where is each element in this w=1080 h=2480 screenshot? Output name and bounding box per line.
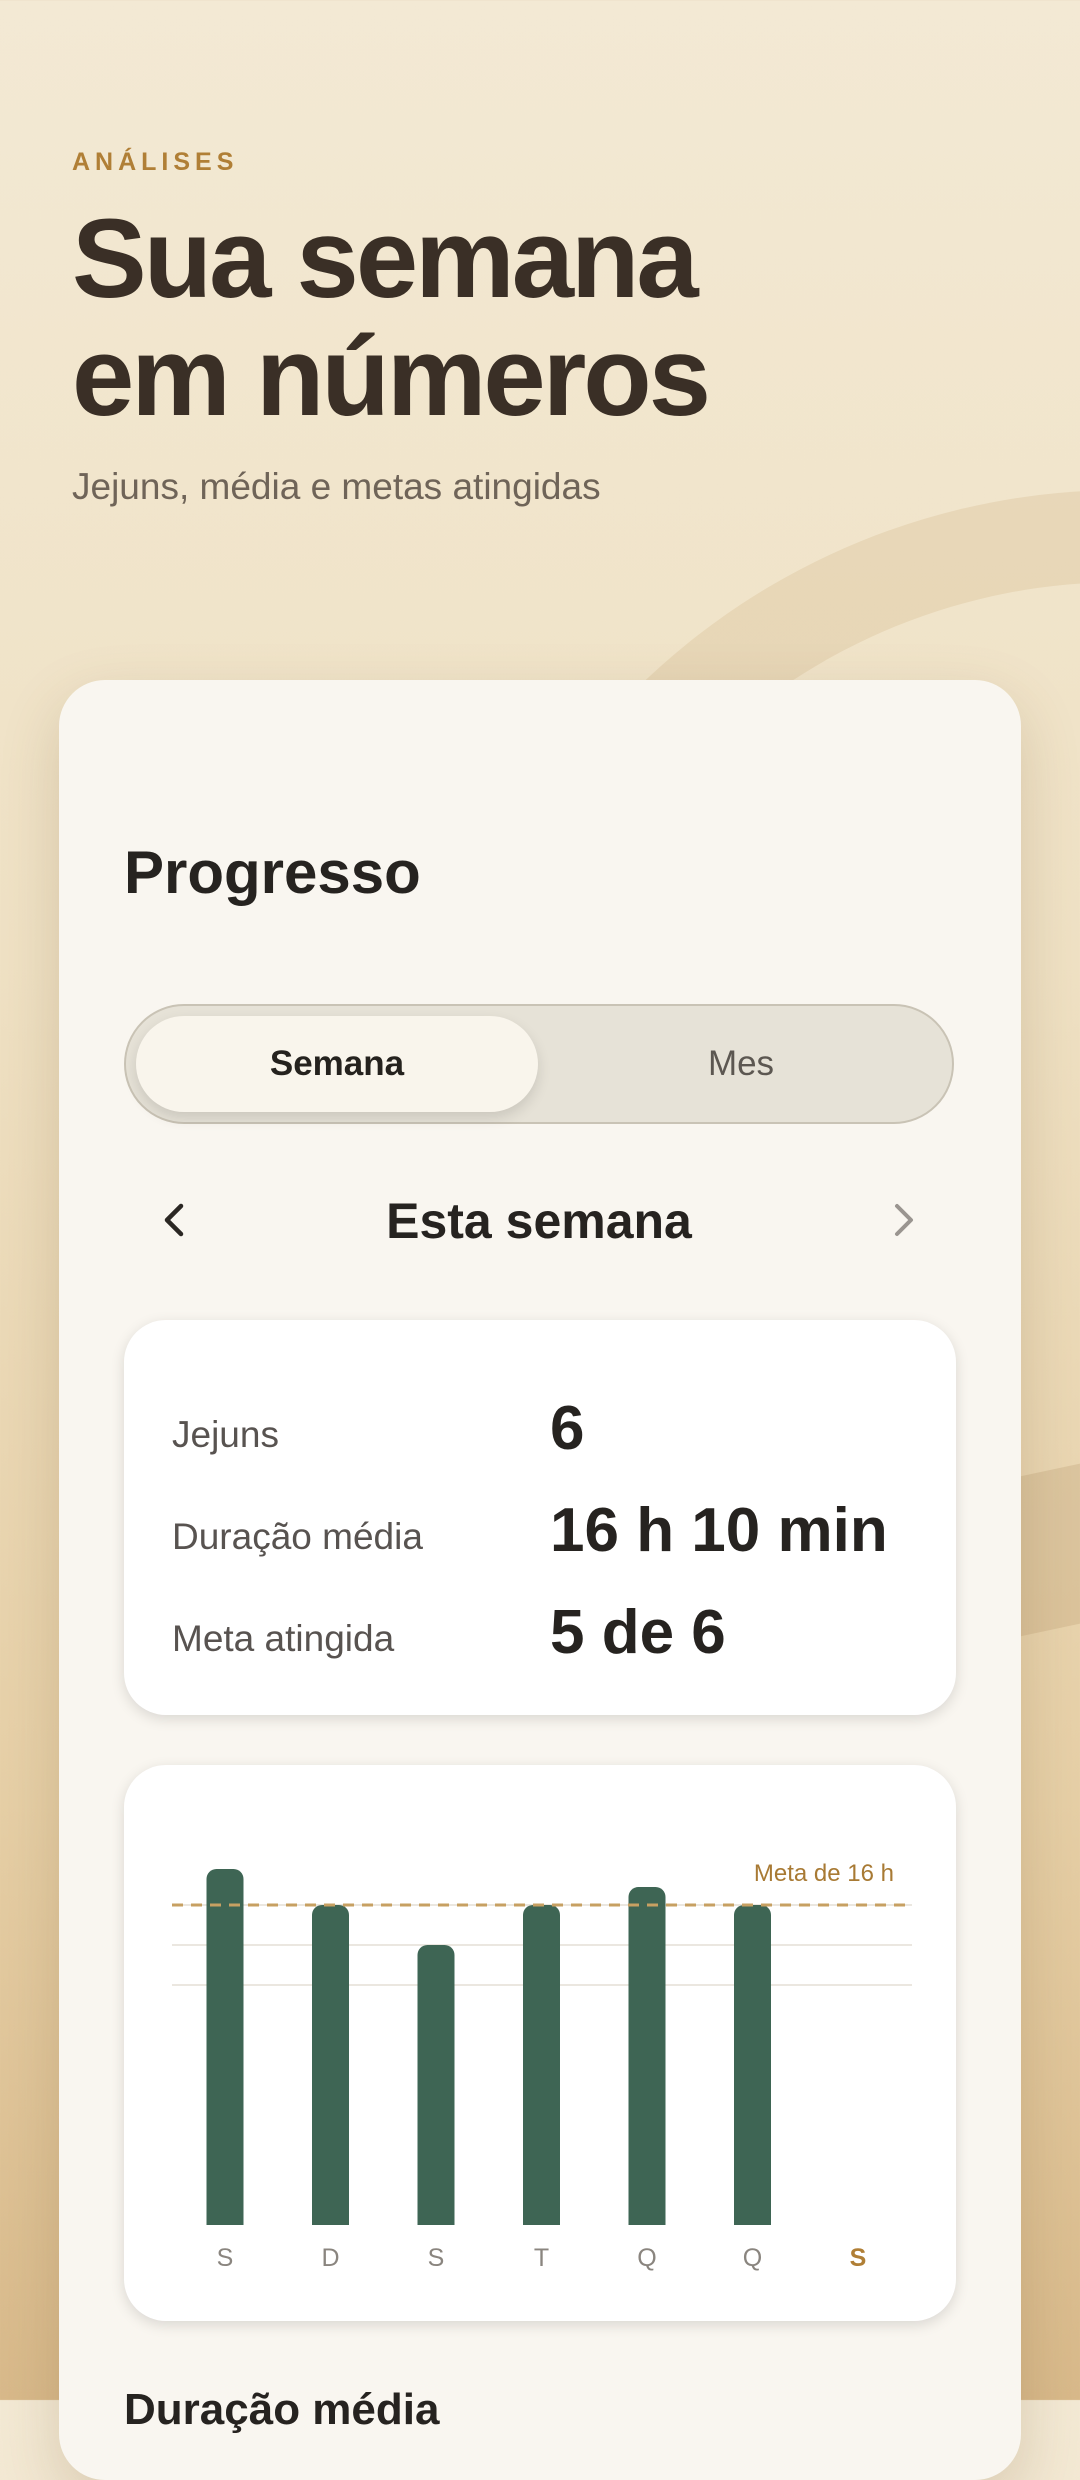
stat-label: Meta atingida <box>172 1618 395 1659</box>
stat-value: 6 <box>550 1394 585 1463</box>
chart-day-label: S <box>428 2244 445 2272</box>
chart-bar <box>734 1905 771 2225</box>
progress-card: Progresso Semana Mes Esta semana Jejuns … <box>59 680 1021 2480</box>
chart-bar-base <box>417 2213 455 2225</box>
chart-day-label: S <box>217 2244 234 2272</box>
period-label: Esta semana <box>386 1193 692 1249</box>
chart-bar-base <box>628 2213 666 2225</box>
chevron-right-icon <box>895 1204 913 1236</box>
period-navigator: Esta semana <box>124 1180 954 1260</box>
weekly-bar-chart-card: S D S T Q Q S Meta de 16 h <box>124 1765 956 2321</box>
chart-bar <box>312 1905 349 2225</box>
page-title-line-2: em números <box>72 314 711 439</box>
stat-value: 16 h 10 min <box>550 1496 888 1565</box>
chart-goal-label: Meta de 16 h <box>754 1860 894 1887</box>
card-title: Progresso <box>124 839 421 906</box>
page-title: Sua semana em números <box>72 200 972 436</box>
chart-bar <box>628 1887 666 2225</box>
stats-summary: Jejuns 6 Duração média 16 h 10 min Meta … <box>124 1320 956 1715</box>
next-period-button[interactable] <box>864 1180 944 1260</box>
page-title-line-1: Sua semana <box>72 196 699 321</box>
chart-bar-base <box>523 2213 560 2225</box>
stat-row-duracao-media: Duração média 16 h 10 min <box>172 1482 908 1572</box>
tab-mes[interactable]: Mes <box>540 1016 942 1112</box>
stat-label: Jejuns <box>172 1414 279 1455</box>
next-section-title: Duração média <box>124 2385 440 2434</box>
period-segmented-control: Semana Mes <box>124 1004 954 1124</box>
stat-label: Duração média <box>172 1516 423 1557</box>
page-subtitle: Jejuns, média e metas atingidas <box>72 466 601 507</box>
chart-bar-base <box>206 2213 244 2225</box>
chart-bar-base <box>734 2213 771 2225</box>
chart-day-label: S <box>850 2244 867 2272</box>
chart-bar <box>523 1905 560 2225</box>
chart-day-label: Q <box>637 2244 656 2272</box>
chart-day-label: Q <box>743 2244 762 2272</box>
weekly-bar-chart: S D S T Q Q S Meta de 16 h <box>172 1860 912 2272</box>
stat-value: 5 de 6 <box>550 1598 726 1667</box>
chart-bar <box>417 1945 455 2225</box>
chart-day-label: T <box>534 2244 549 2272</box>
stat-row-jejuns: Jejuns 6 <box>172 1380 908 1470</box>
tab-semana[interactable]: Semana <box>136 1016 538 1112</box>
stat-row-meta-atingida: Meta atingida 5 de 6 <box>172 1584 908 1674</box>
chart-day-label: D <box>321 2244 339 2272</box>
section-eyebrow: ANÁLISES <box>72 148 239 176</box>
chart-bar-base <box>312 2213 349 2225</box>
chart-bar <box>206 1869 244 2225</box>
